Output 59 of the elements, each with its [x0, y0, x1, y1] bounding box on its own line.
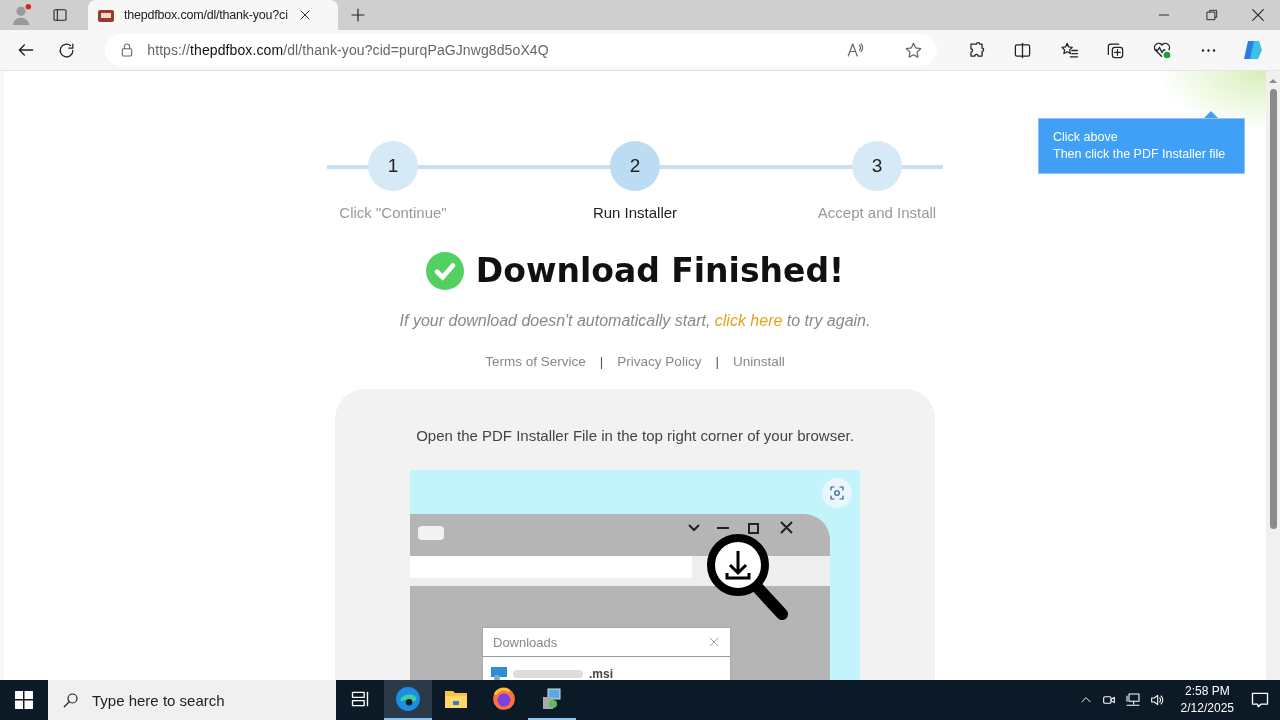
visual-search-icon[interactable] [822, 478, 852, 508]
tab-title: thepdfbox.com/dl/thank-you?ci [124, 8, 288, 22]
windows-icon[interactable] [15, 691, 33, 709]
restore-icon[interactable] [1205, 8, 1219, 22]
footer-link[interactable]: Terms of Service [485, 354, 586, 369]
taskbar-app[interactable] [384, 680, 432, 720]
scrollbar-thumb[interactable] [1269, 89, 1277, 529]
url-text: https://thepdfbox.com/dl/thank-you?cid=purqPaGJnwg8d5oX4Q [147, 42, 550, 58]
installer-icon[interactable] [540, 687, 564, 711]
volume-icon[interactable] [1148, 692, 1165, 708]
notifications-icon[interactable] [1250, 690, 1270, 710]
network-icon[interactable] [1124, 692, 1141, 708]
file-name: .msi [589, 667, 613, 680]
close-icon[interactable] [1250, 7, 1266, 23]
browser-tab[interactable]: thepdfbox.com/dl/thank-you?ci [88, 0, 338, 30]
favorites-icon[interactable] [1059, 40, 1079, 60]
check-icon [425, 251, 464, 290]
star-icon[interactable] [904, 40, 923, 60]
folder-icon[interactable] [444, 688, 468, 710]
link-separator: | [715, 354, 719, 369]
step-label: Click "Continue" [339, 204, 447, 221]
tooltip-text: Click above [1053, 129, 1119, 146]
tab-drawing [418, 526, 444, 540]
blurred-name [513, 670, 583, 678]
retry-text: If your download doesn't automatically start, click here to try again. [399, 312, 871, 330]
task-view-icon[interactable] [350, 689, 370, 709]
file-icon [491, 667, 507, 680]
close-icon[interactable] [297, 8, 312, 22]
read-aloud-icon[interactable] [846, 41, 864, 59]
search-placeholder: Type here to search [92, 691, 225, 709]
split-screen-icon[interactable] [1013, 40, 1033, 60]
search-icon [62, 691, 80, 709]
step-circle: 3 [852, 141, 902, 191]
clock-time: 2:58 PM [1184, 683, 1230, 700]
step-circle: 1 [368, 141, 418, 191]
step-label: Accept and Install [817, 204, 937, 221]
site-icon [98, 8, 114, 22]
clock-date: 2/12/2025 [1180, 700, 1234, 717]
panel-title: Downloads [493, 634, 558, 650]
scroll-up-icon[interactable] [1269, 77, 1277, 85]
browser-icon[interactable] [395, 686, 421, 712]
close-icon [708, 636, 720, 648]
step-circle: 2 [610, 141, 660, 191]
taskbar-search[interactable]: Type here to search [48, 680, 336, 720]
step-label: Run Installer [592, 204, 678, 221]
page-heading: Download Finished! [475, 251, 845, 290]
footer-link[interactable]: Uninstall [732, 354, 785, 369]
tab-actions-icon[interactable] [52, 7, 68, 23]
link-separator: | [599, 354, 604, 369]
instruction-text: Open the PDF Installer File in the top right corner of your browser. [416, 427, 854, 444]
new-tab-icon[interactable] [349, 6, 367, 24]
health-icon[interactable] [1151, 40, 1172, 60]
footer-link[interactable]: Privacy Policy [617, 354, 702, 369]
clock[interactable]: 2:58 PM 2/12/2025 [1180, 683, 1234, 717]
address-bar[interactable]: https://thepdfbox.com/dl/thank-you?cid=purqPaGJnwg8d5oX4Q [105, 34, 937, 66]
profile-icon[interactable] [10, 4, 32, 26]
fox-browser-icon[interactable] [491, 686, 517, 712]
tooltip-text: Then click the PDF Installer file [1053, 146, 1227, 163]
scan-icon[interactable] [828, 484, 846, 502]
